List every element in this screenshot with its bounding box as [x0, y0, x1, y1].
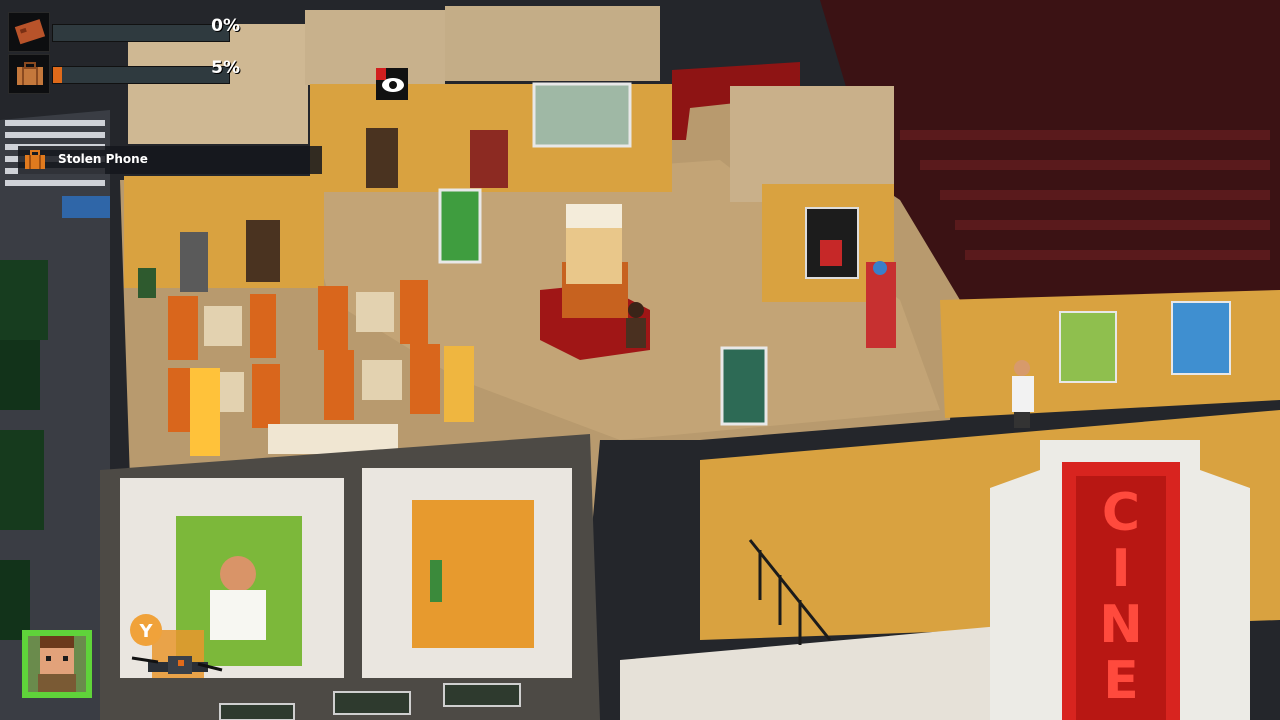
movie-poster-blue — [1171, 301, 1231, 375]
cinema-sign-letter: E — [1103, 651, 1139, 711]
movie-poster-green — [1059, 311, 1117, 383]
brick-icon — [8, 12, 50, 52]
briefcase-icon — [24, 150, 46, 174]
cinema-sign-letter: C — [1102, 483, 1140, 543]
hud-bar-suitcase: 5% — [8, 54, 260, 94]
popcorn-box — [820, 240, 842, 266]
cactus-standee — [438, 188, 482, 264]
kitchen-room — [445, 6, 660, 81]
potted-plant — [138, 268, 156, 298]
counter — [268, 424, 398, 454]
drone-icon — [131, 656, 223, 674]
player-character — [626, 302, 646, 348]
hud-bar-bricks: 0% — [8, 12, 260, 52]
atm — [180, 232, 208, 292]
player-avatar[interactable] — [20, 628, 94, 700]
ticket-window — [532, 82, 632, 148]
slot-machine — [444, 346, 474, 422]
green-standee — [720, 346, 768, 426]
progress-percent: 0% — [211, 16, 240, 36]
display-column-top — [566, 204, 622, 228]
vending-machine — [470, 130, 508, 188]
water-cooler — [873, 261, 887, 275]
progress-fill — [53, 67, 62, 83]
street-umbrella — [62, 196, 110, 218]
eye-icon[interactable] — [376, 68, 408, 100]
ability-key: Y — [138, 621, 153, 642]
storage-room — [305, 10, 445, 85]
left-door — [246, 220, 280, 282]
suitcase-icon — [8, 54, 50, 94]
drone-ability-button[interactable]: Y — [118, 610, 228, 702]
cinema-sign-letter: N — [1099, 595, 1143, 655]
objective-label: Stolen Phone — [58, 152, 148, 166]
glowing-lamp — [190, 368, 220, 456]
objective-banner: Stolen Phone — [18, 146, 322, 174]
back-door — [366, 128, 398, 188]
progress-percent: 5% — [211, 58, 240, 78]
cinema-sign-letter: I — [1111, 539, 1130, 599]
